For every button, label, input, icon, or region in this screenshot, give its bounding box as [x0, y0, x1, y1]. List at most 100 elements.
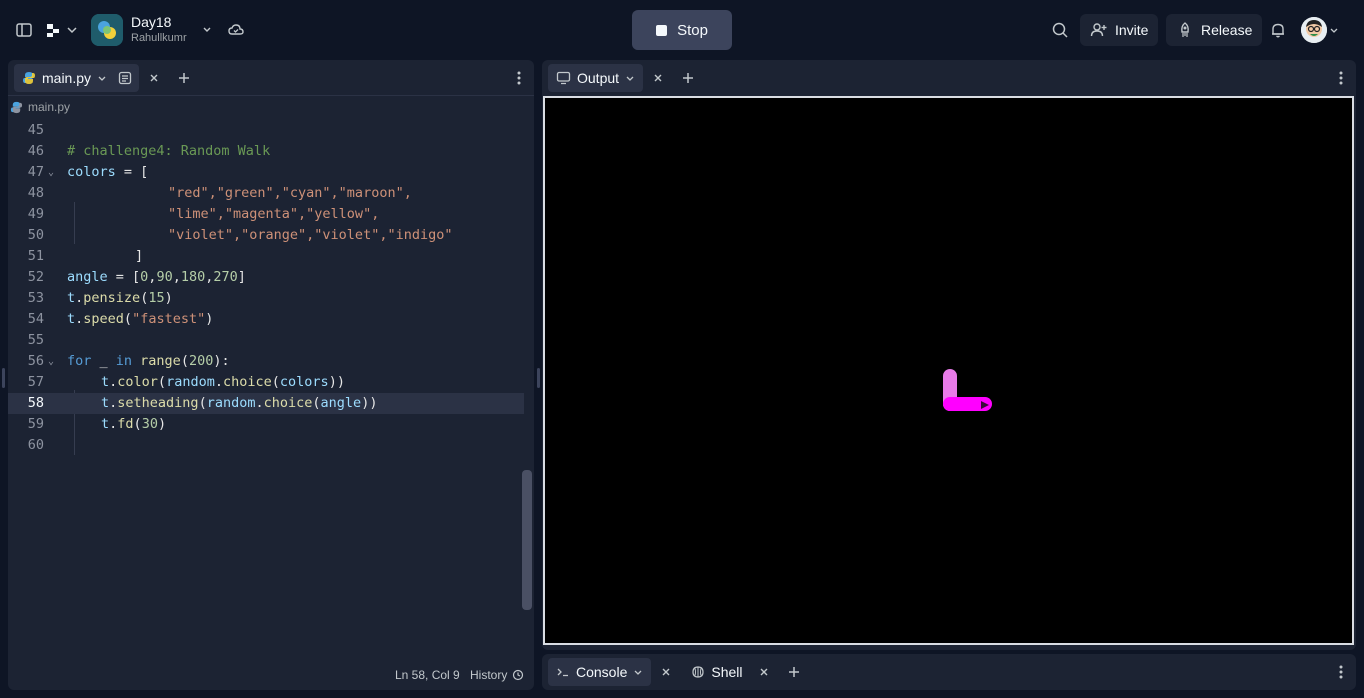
code-token: for: [67, 353, 92, 369]
code-token: fd: [117, 416, 134, 432]
sidebar-toggle-icon[interactable]: [14, 20, 34, 40]
new-tab-icon[interactable]: [173, 67, 195, 89]
line-number: 56: [27, 353, 44, 369]
line-number: 53: [27, 290, 44, 306]
more-options-icon[interactable]: [1330, 661, 1352, 683]
line-number: 47: [27, 164, 44, 180]
code-token: ]: [237, 269, 246, 285]
tab-output[interactable]: Output: [548, 64, 644, 92]
code-line: 50 "violet","orange","violet","indigo": [8, 225, 524, 246]
close-icon[interactable]: [143, 67, 165, 89]
tab-main-py[interactable]: main.py: [14, 63, 140, 92]
code-token: angle: [320, 395, 362, 411]
history-icon: [513, 669, 524, 681]
line-number: 52: [27, 269, 44, 285]
code-token: 270: [213, 269, 238, 285]
console-tab-bar: Console Shell: [542, 654, 1356, 690]
code-line: 54 t.speed("fastest"): [8, 309, 524, 330]
cloud-sync-icon[interactable]: [226, 20, 246, 40]
rocket-icon: [1181, 22, 1189, 37]
code-token: "violet","orange","violet","indigo": [168, 227, 453, 243]
tab-label: Shell: [711, 664, 743, 680]
fold-chevron-icon[interactable]: ⌄: [48, 351, 54, 372]
editor-scrollbar[interactable]: [522, 470, 532, 610]
code-token: t: [101, 395, 110, 411]
code-token: 200: [188, 353, 214, 369]
repl-avatar[interactable]: [91, 14, 123, 46]
tab-shell[interactable]: Shell: [683, 658, 750, 686]
code-token: "lime","magenta","yellow",: [168, 206, 380, 222]
turtle-drawing: [943, 369, 992, 411]
line-number: 57: [27, 374, 44, 390]
bell-icon[interactable]: [1268, 20, 1288, 40]
terminal-icon: [557, 668, 568, 677]
code-line: 59 t.fd(30): [8, 414, 524, 435]
code-token: colors: [279, 374, 329, 390]
release-label: Release: [1201, 22, 1253, 38]
close-icon[interactable]: [655, 661, 677, 683]
code-token: 90: [156, 269, 173, 285]
code-token: t: [67, 290, 76, 306]
chevron-down-icon[interactable]: [625, 73, 635, 83]
chevron-down-icon[interactable]: [200, 22, 214, 36]
close-icon[interactable]: [647, 67, 669, 89]
repl-name[interactable]: Day18: [131, 14, 171, 30]
chevron-down-icon[interactable]: [633, 667, 643, 677]
repl-owner[interactable]: Rahullkumr: [131, 32, 187, 44]
file-outline-icon[interactable]: [117, 70, 133, 86]
code-token: t: [101, 374, 110, 390]
history-button[interactable]: History: [470, 668, 524, 682]
code-token: color: [117, 374, 158, 390]
more-options-icon[interactable]: [1330, 67, 1352, 89]
code-line: 60: [8, 435, 524, 456]
code-line: 52 angle = [0,90,180,270]: [8, 267, 524, 288]
code-line: 47 ⌄ colors = [: [8, 162, 524, 183]
new-tab-icon[interactable]: [783, 661, 805, 683]
tab-console[interactable]: Console: [548, 658, 652, 686]
code-token: choice: [222, 374, 272, 390]
line-number: 54: [27, 311, 44, 327]
code-line-active: 58 t.setheading(random.choice(angle)): [8, 393, 524, 414]
line-number: 60: [27, 437, 44, 453]
cursor-position[interactable]: Ln 58, Col 9: [395, 668, 460, 682]
turtle-canvas[interactable]: [543, 96, 1354, 645]
resize-handle[interactable]: [537, 368, 540, 388]
fold-chevron-icon[interactable]: ⌄: [48, 162, 54, 183]
code-token: colors: [67, 164, 116, 180]
code-token: 15: [148, 290, 165, 306]
more-options-icon[interactable]: [508, 67, 530, 89]
code-token: random: [206, 395, 256, 411]
release-button[interactable]: Release: [1166, 14, 1263, 46]
code-token: pensize: [83, 290, 141, 306]
code-line: 48 "red","green","cyan","maroon",: [8, 183, 524, 204]
code-line: 45: [8, 120, 524, 141]
code-token: "fastest": [132, 311, 206, 327]
code-editor[interactable]: 45 46 # challenge4: Random Walk 47 ⌄ colors…: [8, 120, 524, 654]
tab-label: main.py: [42, 69, 92, 86]
line-number: 51: [27, 248, 44, 264]
line-number: 48: [27, 185, 44, 201]
chevron-down-icon[interactable]: [97, 73, 107, 83]
chevron-down-icon[interactable]: [1328, 24, 1340, 36]
invite-button[interactable]: Invite: [1080, 14, 1159, 46]
top-bar: Day18 Rahullkumr Stop Invite Release: [0, 0, 1364, 60]
replit-menu-icon[interactable]: [44, 20, 78, 40]
console-panel: Console Shell: [542, 654, 1356, 690]
code-token: "red","green","cyan","maroon",: [168, 185, 412, 201]
code-token: random: [166, 374, 215, 390]
search-icon[interactable]: [1050, 20, 1070, 40]
tab-label: Console: [576, 664, 628, 680]
new-tab-icon[interactable]: [677, 67, 699, 89]
code-token: 180: [180, 269, 206, 285]
code-token: = [: [115, 164, 149, 180]
python-file-icon: [23, 71, 35, 84]
stop-button[interactable]: Stop: [632, 10, 732, 50]
code-text: # challenge4: Random Walk: [67, 143, 271, 159]
code-line: 53 t.pensize(15): [8, 288, 524, 309]
close-icon[interactable]: [753, 661, 775, 683]
monitor-icon: [556, 71, 571, 85]
breadcrumb-file[interactable]: main.py: [28, 100, 70, 114]
code-line: 51]: [8, 246, 524, 267]
resize-handle[interactable]: [2, 368, 5, 388]
user-avatar[interactable]: [1301, 17, 1327, 43]
